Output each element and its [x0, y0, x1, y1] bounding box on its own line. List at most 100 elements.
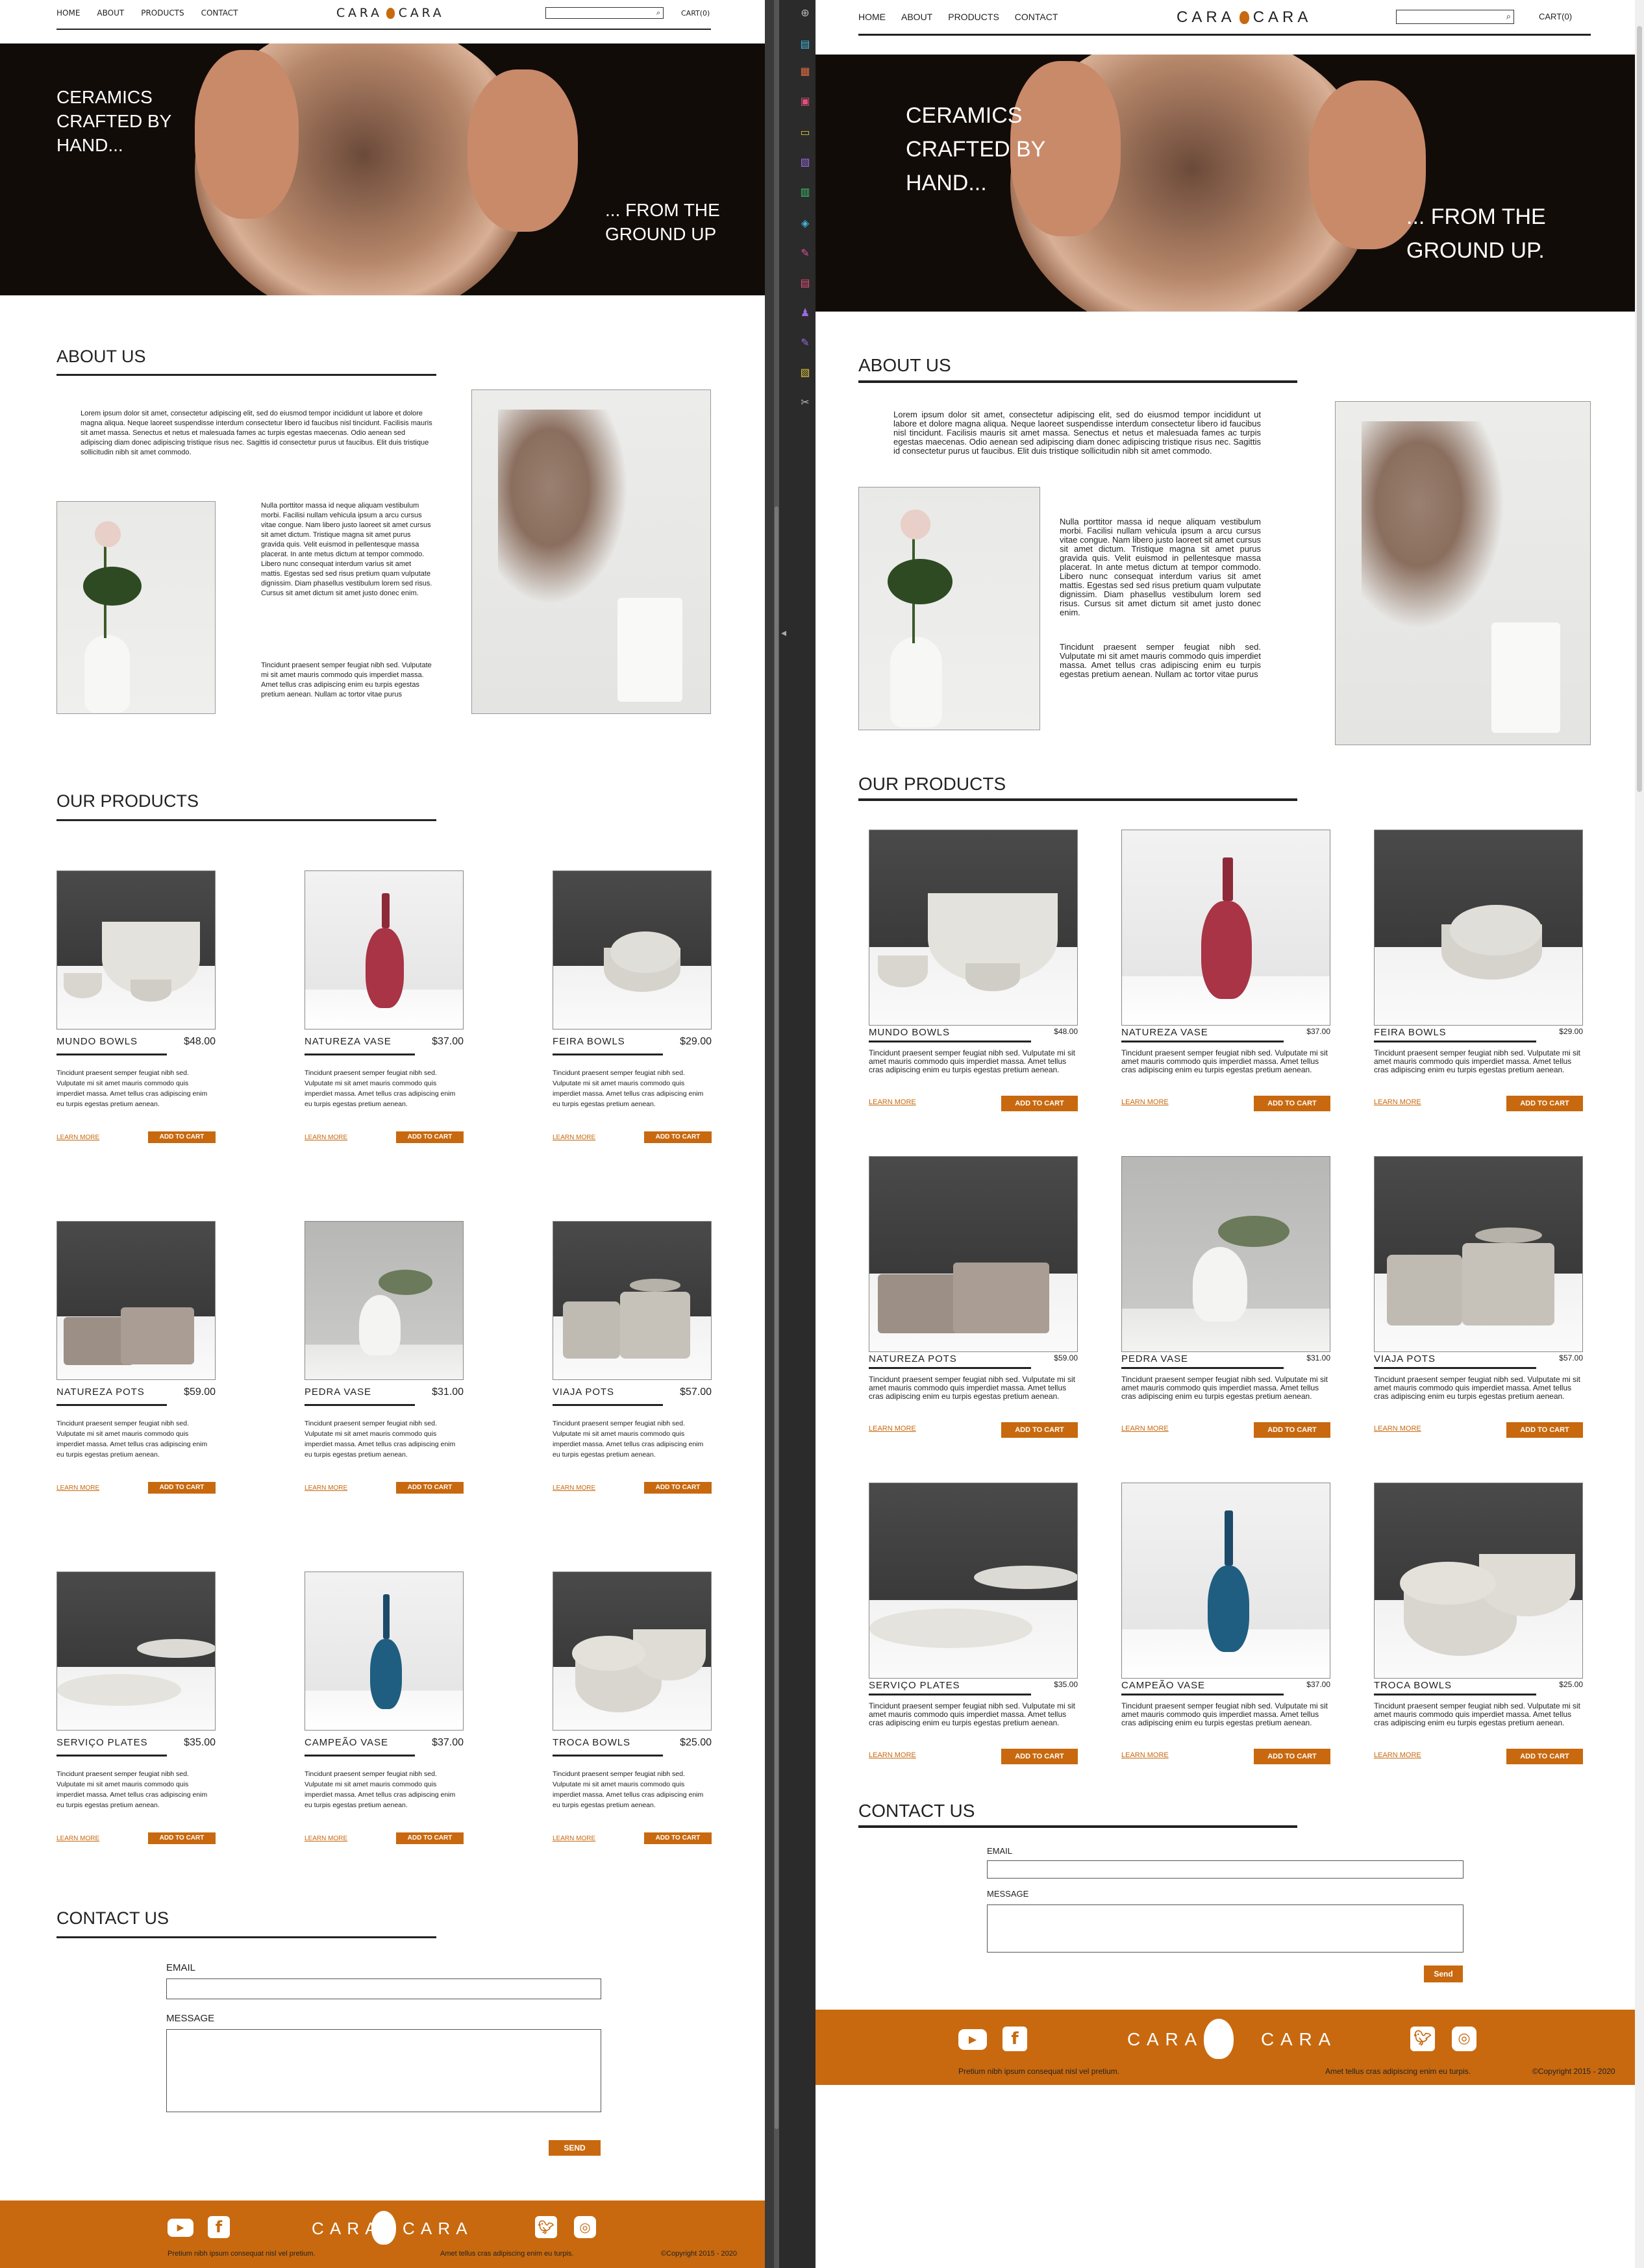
- add-to-cart-button[interactable]: ADD TO CART: [1254, 1422, 1330, 1438]
- send-button[interactable]: Send: [1424, 1966, 1463, 1982]
- add-to-cart-button[interactable]: ADD TO CART: [148, 1832, 216, 1844]
- nav-about[interactable]: ABOUT: [97, 8, 124, 18]
- product-image[interactable]: [553, 870, 712, 1029]
- product-image[interactable]: [305, 1572, 464, 1731]
- add-to-cart-button[interactable]: ADD TO CART: [1506, 1749, 1583, 1764]
- right-scrollbar[interactable]: [1635, 0, 1644, 2268]
- add-to-cart-button[interactable]: ADD TO CART: [148, 1131, 216, 1143]
- learn-more-link[interactable]: LEARN MORE: [305, 1485, 347, 1492]
- add-to-cart-button[interactable]: ADD TO CART: [1254, 1096, 1330, 1111]
- learn-more-link[interactable]: LEARN MORE: [305, 1134, 347, 1141]
- learn-more-link[interactable]: LEARN MORE: [553, 1134, 595, 1141]
- product-image[interactable]: [56, 870, 216, 1029]
- product-image[interactable]: [1121, 1483, 1330, 1679]
- export-pdf-icon[interactable]: ▤: [799, 38, 812, 51]
- create-icon[interactable]: ▥: [799, 186, 812, 199]
- right-scrollbar-thumb[interactable]: [1637, 26, 1642, 792]
- signature-icon[interactable]: ✎: [799, 336, 812, 349]
- more-tools-icon[interactable]: ✂: [799, 396, 812, 409]
- learn-more-link[interactable]: LEARN MORE: [305, 1835, 347, 1842]
- twitter-icon[interactable]: 🐦︎: [1410, 2027, 1435, 2051]
- search-icon[interactable]: ⌕: [656, 8, 660, 18]
- product-image[interactable]: [553, 1221, 712, 1380]
- add-to-cart-button[interactable]: ADD TO CART: [644, 1832, 712, 1844]
- nav-home[interactable]: HOME: [56, 8, 80, 18]
- email-field[interactable]: [166, 1978, 601, 1999]
- learn-more-link[interactable]: LEARN MORE: [869, 1425, 916, 1433]
- product-image[interactable]: [1374, 1483, 1583, 1679]
- add-to-cart-button[interactable]: ADD TO CART: [644, 1131, 712, 1143]
- product-image[interactable]: [56, 1572, 216, 1731]
- product-image[interactable]: [553, 1572, 712, 1731]
- add-to-cart-button[interactable]: ADD TO CART: [644, 1482, 712, 1494]
- zoom-icon[interactable]: ⊕: [799, 6, 812, 19]
- learn-more-link[interactable]: LEARN MORE: [869, 1751, 916, 1759]
- learn-more-link[interactable]: LEARN MORE: [56, 1835, 99, 1842]
- learn-more-link[interactable]: LEARN MORE: [56, 1134, 99, 1141]
- search-icon[interactable]: ⌕: [1506, 12, 1511, 22]
- learn-more-link[interactable]: LEARN MORE: [1374, 1098, 1421, 1106]
- youtube-icon[interactable]: ▶: [958, 2029, 987, 2050]
- search-input[interactable]: ⌕: [545, 7, 664, 19]
- message-field[interactable]: [166, 2029, 601, 2112]
- instagram-icon[interactable]: ◎: [574, 2216, 596, 2238]
- add-to-cart-button[interactable]: ADD TO CART: [1001, 1096, 1078, 1111]
- learn-more-link[interactable]: LEARN MORE: [1374, 1751, 1421, 1759]
- nav-about[interactable]: ABOUT: [901, 12, 932, 22]
- learn-more-link[interactable]: LEARN MORE: [553, 1835, 595, 1842]
- right-pane[interactable]: HOME ABOUT PRODUCTS CONTACT CARA CARA ⌕ …: [816, 0, 1635, 2268]
- product-image[interactable]: [305, 1221, 464, 1380]
- add-to-cart-button[interactable]: ADD TO CART: [1001, 1422, 1078, 1438]
- nav-contact[interactable]: CONTACT: [1015, 12, 1058, 22]
- product-image[interactable]: [1374, 830, 1583, 1026]
- left-pane[interactable]: HOME ABOUT PRODUCTS CONTACT CARA CARA ⌕ …: [0, 0, 765, 2268]
- nav-products[interactable]: PRODUCTS: [948, 12, 999, 22]
- edit-pdf-icon[interactable]: ▣: [799, 95, 812, 108]
- nav-home[interactable]: HOME: [858, 12, 886, 22]
- learn-more-link[interactable]: LEARN MORE: [1374, 1425, 1421, 1433]
- split-handle-icon[interactable]: ◂: [781, 626, 786, 639]
- search-input-right[interactable]: ⌕: [1396, 10, 1514, 24]
- fill-sign-icon[interactable]: ✎: [799, 247, 812, 260]
- learn-more-link[interactable]: LEARN MORE: [1121, 1751, 1169, 1759]
- learn-more-link[interactable]: LEARN MORE: [1121, 1098, 1169, 1106]
- add-to-cart-button[interactable]: ADD TO CART: [1506, 1096, 1583, 1111]
- nav-contact[interactable]: CONTACT: [201, 8, 238, 18]
- combine-icon[interactable]: ▧: [799, 156, 812, 169]
- product-image[interactable]: [869, 830, 1078, 1026]
- comment-icon[interactable]: ▭: [799, 126, 812, 139]
- cart-link[interactable]: CART(0): [681, 9, 710, 18]
- left-scrollbar-thumb[interactable]: [775, 506, 778, 2129]
- email-field[interactable]: [987, 1860, 1463, 1879]
- protect-icon[interactable]: ▤: [799, 277, 812, 290]
- learn-more-link[interactable]: LEARN MORE: [56, 1485, 99, 1492]
- add-to-cart-button[interactable]: ADD TO CART: [1506, 1422, 1583, 1438]
- cart-link[interactable]: CART(0): [1539, 12, 1572, 21]
- product-image[interactable]: [1121, 1156, 1330, 1352]
- site-logo-right[interactable]: CARA CARA: [1177, 8, 1312, 27]
- twitter-icon[interactable]: 🐦︎: [535, 2216, 557, 2238]
- product-image[interactable]: [56, 1221, 216, 1380]
- learn-more-link[interactable]: LEARN MORE: [869, 1098, 916, 1106]
- add-to-cart-button[interactable]: ADD TO CART: [1254, 1749, 1330, 1764]
- learn-more-link[interactable]: LEARN MORE: [1121, 1425, 1169, 1433]
- product-image[interactable]: [1121, 830, 1330, 1026]
- facebook-icon[interactable]: f: [1003, 2027, 1027, 2051]
- add-to-cart-button[interactable]: ADD TO CART: [396, 1482, 464, 1494]
- product-image[interactable]: [869, 1156, 1078, 1352]
- send-for-review-icon[interactable]: ♟: [799, 306, 812, 319]
- product-image[interactable]: [869, 1483, 1078, 1679]
- left-scrollbar[interactable]: [774, 0, 779, 2268]
- stamp-icon[interactable]: ▧: [799, 366, 812, 379]
- site-logo[interactable]: CARA CARA: [336, 6, 444, 20]
- nav-products[interactable]: PRODUCTS: [141, 8, 184, 18]
- scan-icon[interactable]: ◈: [799, 217, 812, 230]
- instagram-icon[interactable]: ◎: [1452, 2027, 1476, 2051]
- add-to-cart-button[interactable]: ADD TO CART: [1001, 1749, 1078, 1764]
- add-to-cart-button[interactable]: ADD TO CART: [396, 1832, 464, 1844]
- facebook-icon[interactable]: f: [208, 2216, 230, 2238]
- add-to-cart-button[interactable]: ADD TO CART: [148, 1482, 216, 1494]
- youtube-icon[interactable]: ▶: [168, 2219, 193, 2237]
- message-field[interactable]: [987, 1904, 1463, 1953]
- product-image[interactable]: [305, 870, 464, 1029]
